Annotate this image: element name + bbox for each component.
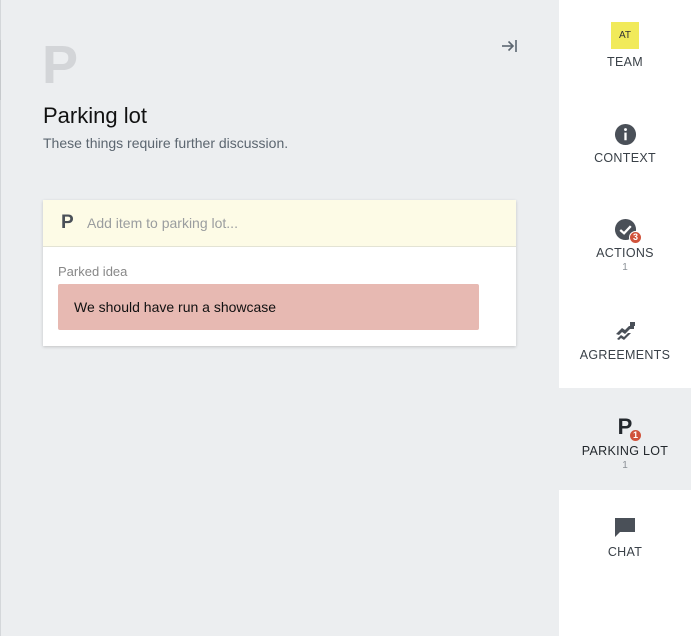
add-item-input[interactable] [87,215,487,231]
sidebar-item-label: ACTIONS [596,246,654,260]
parking-lot-card: P Parked idea We should have run a showc… [43,200,516,346]
parking-lot-count: 1 [622,460,628,471]
parking-icon: P [61,212,74,233]
parked-idea-label: Parked idea [58,264,128,279]
sidebar-item-chat[interactable]: CHAT [559,515,691,559]
actions-count: 1 [622,262,628,273]
parking-lot-header-icon: P [42,35,79,95]
actions-badge: 3 [629,231,642,244]
sidebar-item-team[interactable]: AT TEAM [559,22,691,69]
sidebar-item-label: CONTEXT [594,151,656,165]
collapse-panel-button[interactable] [499,36,519,56]
sidebar-item-label: AGREEMENTS [579,348,671,362]
page-title: Parking lot [43,103,147,128]
parking-lot-badge: 1 [629,429,642,442]
info-icon [612,121,638,147]
sidebar-item-actions[interactable]: 3 ACTIONS 1 [559,216,691,273]
parking-icon: P 1 [612,414,642,442]
add-item-row: P [43,200,516,247]
chat-bubble-icon [612,515,638,541]
sidebar-item-context[interactable]: CONTEXT [559,121,691,165]
avatar: AT [611,22,639,49]
sidebar-item-label: TEAM [607,55,643,69]
page-subtitle: These things require further discussion. [43,135,289,151]
handshake-icon [612,318,638,344]
sidebar-item-label: CHAT [607,545,643,559]
arrow-to-right-icon [502,40,517,52]
parked-item[interactable]: We should have run a showcase [58,284,479,330]
sidebar-item-parking-lot[interactable]: P 1 PARKING LOT 1 [559,388,691,490]
parking-lot-panel: P Parking lot These things require furth… [1,0,559,636]
sidebar: AT TEAM CONTEXT 3 ACTIONS 1 AGREEMENTS P… [559,0,691,636]
sidebar-item-label: PARKING LOT [581,444,669,458]
check-circle-icon: 3 [612,216,642,244]
sidebar-item-agreements[interactable]: AGREEMENTS [559,318,691,362]
